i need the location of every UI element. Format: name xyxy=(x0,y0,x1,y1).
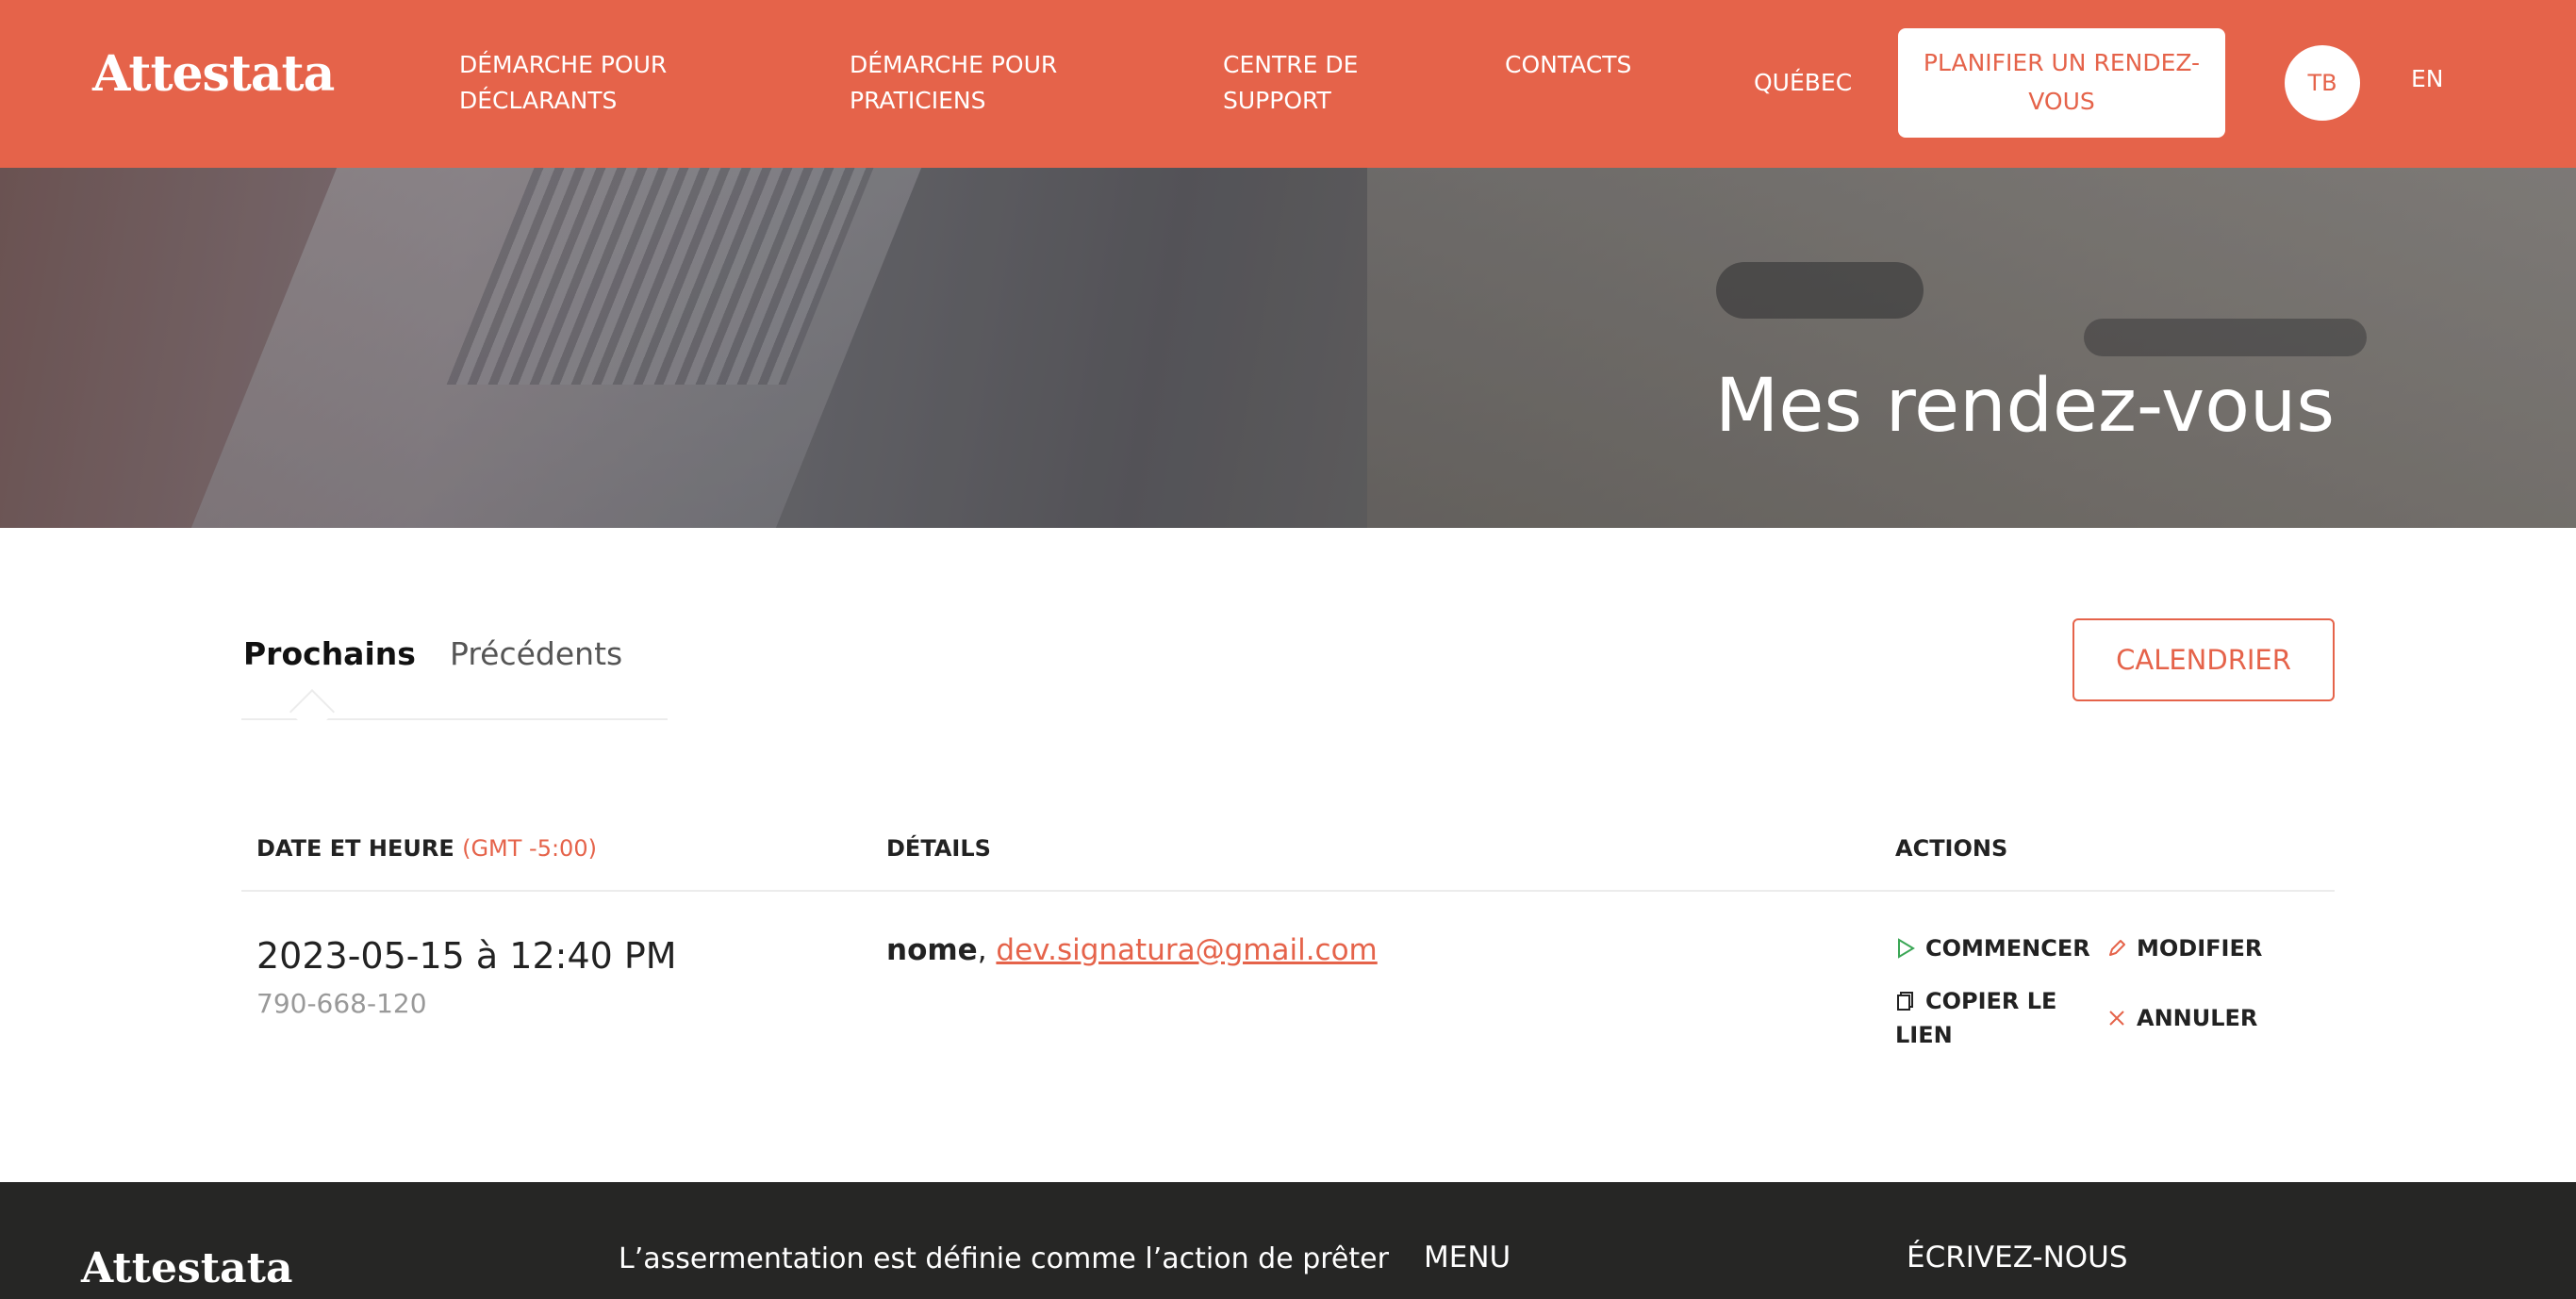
footer-description: L’assermentation est définie comme l’act… xyxy=(619,1242,1389,1275)
footer-write-heading: ÉCRIVEZ-NOUS xyxy=(1907,1241,2128,1274)
copy-icon xyxy=(1897,992,1913,1011)
language-switch[interactable]: EN xyxy=(2411,65,2444,92)
details-separator: , xyxy=(977,933,997,967)
calendar-button[interactable]: CALENDRIER xyxy=(2072,618,2335,701)
cancel-action-label: ANNULER xyxy=(2137,1005,2258,1031)
nav-centre-support[interactable]: CENTRE DE SUPPORT xyxy=(1223,47,1430,119)
table-header-divider xyxy=(241,890,2335,892)
column-header-date: DATE ET HEURE (GMT -5:00) xyxy=(256,835,597,862)
close-icon xyxy=(2109,1011,2124,1026)
appointment-id: 790-668-120 xyxy=(256,988,427,1019)
copy-link-label: COPIER LE LIEN xyxy=(1895,988,2057,1048)
site-logo[interactable]: Attestata xyxy=(92,45,335,103)
hero-banner: Mes rendez-vous xyxy=(0,168,2576,528)
appointment-details: nome, dev.signatura@gmail.com xyxy=(886,933,1378,967)
nav-contacts[interactable]: CONTACTS xyxy=(1505,47,1631,83)
pencil-icon xyxy=(2109,940,2125,956)
copy-link-action[interactable]: COPIER LE LIEN xyxy=(1895,984,2103,1052)
tab-precedents[interactable]: Précédents xyxy=(450,635,622,672)
site-footer: Attestata L’assermentation est définie c… xyxy=(0,1182,2576,1299)
schedule-appointment-button[interactable]: PLANIFIER UN RENDEZ-VOUS xyxy=(1898,28,2225,138)
cancel-action[interactable]: ANNULER xyxy=(2106,1001,2257,1035)
timezone-label: (GMT -5:00) xyxy=(462,835,597,862)
start-action-label: COMMENCER xyxy=(1925,935,2090,962)
column-header-date-label: DATE ET HEURE xyxy=(256,835,454,862)
page-title: Mes rendez-vous xyxy=(1715,364,2335,449)
client-name: nome xyxy=(886,933,978,967)
edit-action[interactable]: MODIFIER xyxy=(2106,931,2262,965)
edit-action-label: MODIFIER xyxy=(2137,935,2263,962)
nav-demarche-declarants[interactable]: DÉMARCHE POUR DÉCLARANTS xyxy=(459,47,723,119)
appointment-datetime: 2023-05-15 à 12:40 PM xyxy=(256,935,677,977)
start-action[interactable]: COMMENCER xyxy=(1895,931,2090,965)
active-tab-indicator xyxy=(289,688,336,735)
user-avatar[interactable]: TB xyxy=(2285,45,2360,121)
hero-overlay xyxy=(0,168,2576,528)
play-outline-icon xyxy=(1898,938,1915,959)
column-header-actions: ACTIONS xyxy=(1895,835,2008,862)
footer-menu-heading: MENU xyxy=(1424,1241,1511,1274)
appointment-tabs: Prochains Précédents xyxy=(241,617,668,735)
footer-logo[interactable]: Attestata xyxy=(81,1244,292,1292)
column-header-details: DÉTAILS xyxy=(886,835,991,862)
client-email-link[interactable]: dev.signatura@gmail.com xyxy=(996,933,1377,967)
nav-quebec[interactable]: QUÉBEC xyxy=(1754,65,1852,101)
site-header: Attestata DÉMARCHE POUR DÉCLARANTS DÉMAR… xyxy=(0,0,2576,168)
nav-demarche-praticiens[interactable]: DÉMARCHE POUR PRATICIENS xyxy=(850,47,1114,119)
tab-prochains[interactable]: Prochains xyxy=(243,635,416,672)
